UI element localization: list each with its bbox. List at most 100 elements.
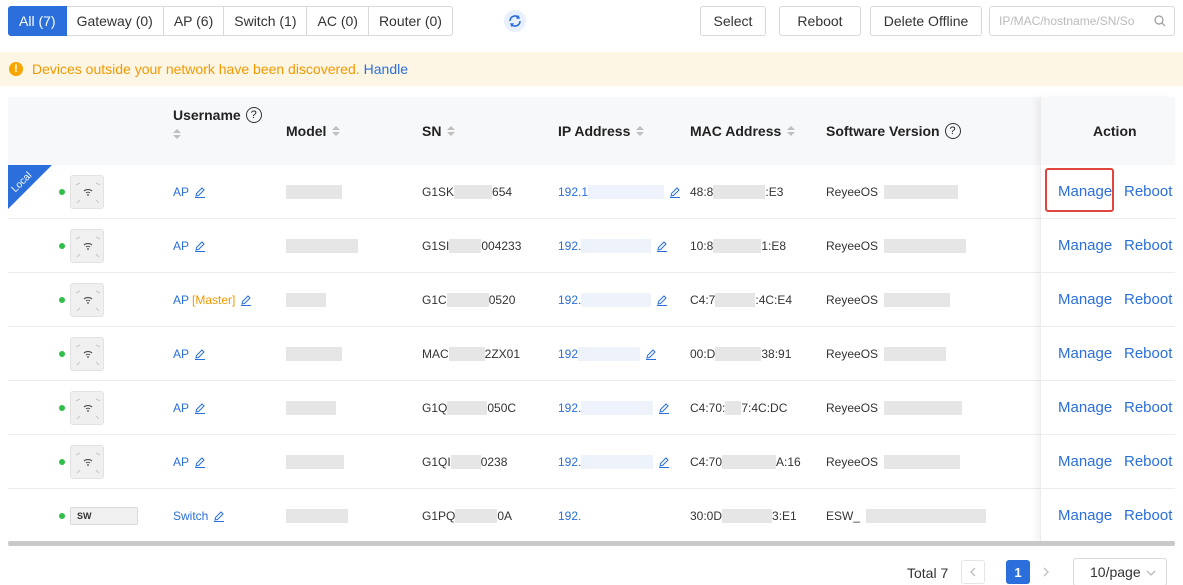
online-status-dot [59, 513, 65, 519]
username-link[interactable]: Switch [173, 509, 208, 523]
edit-icon[interactable] [656, 240, 668, 252]
ip-cell: 192. [558, 435, 670, 488]
ap-device-image [70, 175, 104, 209]
page-size-value: 10/page [1090, 564, 1141, 580]
redacted-value [449, 238, 482, 253]
col-model[interactable]: Model [286, 123, 341, 139]
search-box [989, 6, 1175, 36]
sort-icon[interactable] [332, 126, 341, 136]
username-link[interactable]: AP [173, 185, 189, 199]
edit-icon[interactable] [656, 294, 668, 306]
ip-link[interactable]: 192.1 [558, 185, 588, 199]
username-cell: AP [173, 219, 206, 272]
edit-ip-button[interactable] [658, 402, 670, 414]
ap-device-image [70, 445, 104, 479]
refresh-button[interactable] [504, 10, 526, 32]
edit-icon[interactable] [645, 348, 657, 360]
prev-page-button[interactable] [961, 560, 985, 584]
edit-username-button[interactable] [240, 294, 252, 306]
search-input[interactable] [990, 7, 1150, 35]
edit-icon[interactable] [658, 402, 670, 414]
model-cell [286, 327, 342, 380]
col-mac[interactable]: MAC Address [690, 123, 796, 139]
online-status-dot [59, 297, 65, 303]
warning-icon: ! [9, 62, 23, 76]
username-link[interactable]: AP [173, 239, 189, 253]
sn-prefix: G1QI [422, 454, 451, 469]
sort-icon[interactable] [636, 126, 645, 136]
chevron-down-icon [1146, 570, 1156, 576]
edit-ip-button[interactable] [645, 348, 657, 360]
col-username[interactable]: Username ? [173, 107, 262, 139]
redacted-value [446, 292, 489, 307]
search-icon[interactable] [1154, 15, 1166, 27]
col-sn[interactable]: SN [422, 123, 456, 139]
reboot-all-button[interactable]: Reboot [779, 6, 861, 36]
page-1-button[interactable]: 1 [1006, 560, 1030, 584]
sort-icon[interactable] [787, 126, 796, 136]
select-button[interactable]: Select [700, 6, 766, 36]
mac-cell: C4:70 A:16 [690, 435, 801, 488]
edit-icon[interactable] [194, 240, 206, 252]
software-cell: ReyeeOS [826, 381, 963, 434]
mac-suffix: :E3 [765, 184, 784, 199]
software-prefix: ReyeeOS [826, 292, 879, 307]
sort-icon[interactable] [447, 126, 456, 136]
tab-switch[interactable]: Switch (1) [223, 6, 308, 36]
edit-username-button[interactable] [194, 348, 206, 360]
tab-router[interactable]: Router (0) [367, 6, 453, 36]
horizontal-scrollbar[interactable] [8, 541, 1175, 546]
edit-icon[interactable] [194, 402, 206, 414]
username-cell: Switch [173, 489, 225, 542]
edit-icon[interactable] [194, 348, 206, 360]
edit-username-button[interactable] [194, 240, 206, 252]
table-row: Local AP G1SK 654 192.1 48:8 :E3 ReyeeOS… [8, 165, 1175, 219]
username-cell: AP [173, 381, 206, 434]
edit-ip-button[interactable] [658, 456, 670, 468]
page-size-select[interactable]: 10/page [1073, 558, 1167, 585]
ip-link[interactable]: 192. [558, 455, 581, 469]
edit-username-button[interactable] [194, 402, 206, 414]
edit-ip-button[interactable] [656, 240, 668, 252]
edit-icon[interactable] [213, 510, 225, 522]
software-prefix: ReyeeOS [826, 454, 879, 469]
help-icon[interactable]: ? [245, 107, 262, 123]
tab-ap[interactable]: AP (6) [162, 6, 225, 36]
tab-gateway[interactable]: Gateway (0) [65, 6, 164, 36]
edit-ip-button[interactable] [656, 294, 668, 306]
next-page-button[interactable] [1034, 560, 1058, 584]
ip-link[interactable]: 192. [558, 401, 581, 415]
mac-suffix: 38:91 [761, 346, 792, 361]
edit-username-button[interactable] [194, 186, 206, 198]
action-column [1040, 97, 1175, 541]
edit-icon[interactable] [658, 456, 670, 468]
delete-offline-button[interactable]: Delete Offline [870, 6, 982, 36]
edit-icon[interactable] [669, 186, 681, 198]
access-point-icon [75, 290, 101, 312]
online-status-dot [59, 189, 65, 195]
sort-icon[interactable] [173, 129, 181, 139]
sn-cell: G1SK 654 [422, 165, 512, 218]
username-link[interactable]: AP [173, 455, 189, 469]
ip-link[interactable]: 192 [558, 347, 578, 361]
username-link[interactable]: AP [173, 347, 189, 361]
edit-ip-button[interactable] [669, 186, 681, 198]
edit-username-button[interactable] [194, 456, 206, 468]
sn-cell: G1SI 004233 [422, 219, 521, 272]
model-cell [286, 165, 342, 218]
ip-link[interactable]: 192. [558, 239, 581, 253]
tab-ac[interactable]: AC (0) [306, 6, 369, 36]
edit-icon[interactable] [240, 294, 252, 306]
edit-icon[interactable] [194, 456, 206, 468]
edit-icon[interactable] [194, 186, 206, 198]
ip-link[interactable]: 192. [558, 509, 581, 523]
username-link[interactable]: AP [173, 293, 189, 307]
ip-link[interactable]: 192. [558, 293, 581, 307]
tab-all[interactable]: All (7) [8, 6, 67, 36]
sn-suffix: 2ZX01 [484, 346, 521, 361]
username-link[interactable]: AP [173, 401, 189, 415]
edit-username-button[interactable] [213, 510, 225, 522]
help-icon[interactable]: ? [944, 123, 961, 139]
col-ip[interactable]: IP Address [558, 123, 645, 139]
handle-link[interactable]: Handle [364, 61, 408, 77]
